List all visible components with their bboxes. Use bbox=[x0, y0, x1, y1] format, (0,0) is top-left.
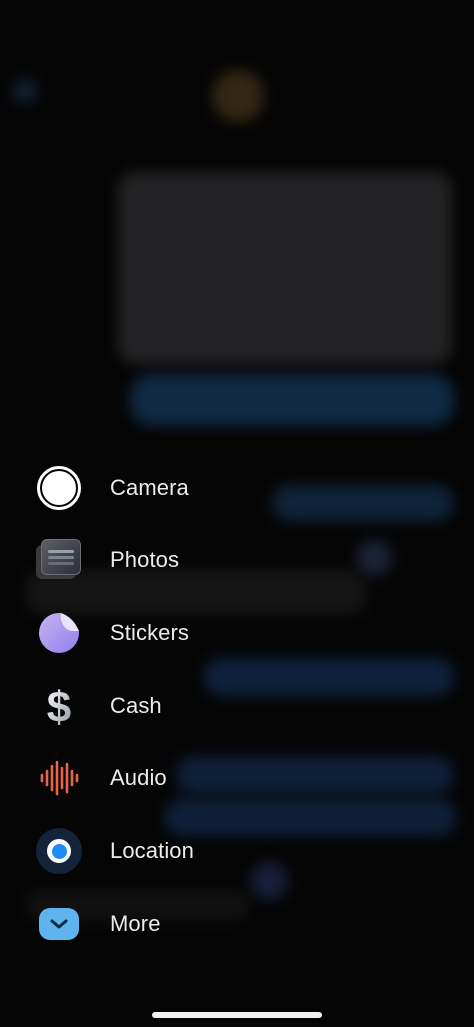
menu-item-location[interactable]: Location bbox=[0, 815, 300, 887]
message-bubble bbox=[130, 374, 454, 426]
menu-item-label: More bbox=[110, 911, 161, 936]
menu-item-label: Audio bbox=[110, 765, 167, 790]
stickers-icon bbox=[36, 610, 82, 656]
back-icon bbox=[14, 80, 36, 102]
menu-item-audio[interactable]: Audio bbox=[0, 742, 300, 814]
menu-item-camera[interactable]: Camera bbox=[0, 452, 300, 524]
home-indicator[interactable] bbox=[152, 1012, 322, 1018]
svg-text:$: $ bbox=[47, 683, 71, 730]
menu-item-label: Photos bbox=[110, 547, 180, 572]
message-card bbox=[118, 172, 452, 364]
menu-item-photos[interactable]: Photos bbox=[0, 524, 300, 596]
chevron-down-icon bbox=[36, 901, 82, 947]
menu-item-label: Cash bbox=[110, 693, 162, 718]
menu-item-label: Stickers bbox=[110, 620, 190, 645]
location-icon bbox=[36, 828, 82, 874]
dollar-icon: $ bbox=[36, 683, 82, 730]
waveform-icon bbox=[36, 755, 82, 801]
photos-icon bbox=[36, 537, 82, 583]
menu-item-label: Location bbox=[110, 838, 194, 863]
menu-item-more[interactable]: More bbox=[0, 888, 300, 960]
avatar bbox=[212, 70, 264, 122]
camera-icon bbox=[36, 465, 82, 511]
menu-item-cash[interactable]: $ Cash bbox=[0, 670, 300, 742]
menu-item-label: Camera bbox=[110, 475, 189, 500]
menu-item-stickers[interactable]: Stickers bbox=[0, 597, 300, 669]
reaction-badge bbox=[356, 540, 392, 576]
